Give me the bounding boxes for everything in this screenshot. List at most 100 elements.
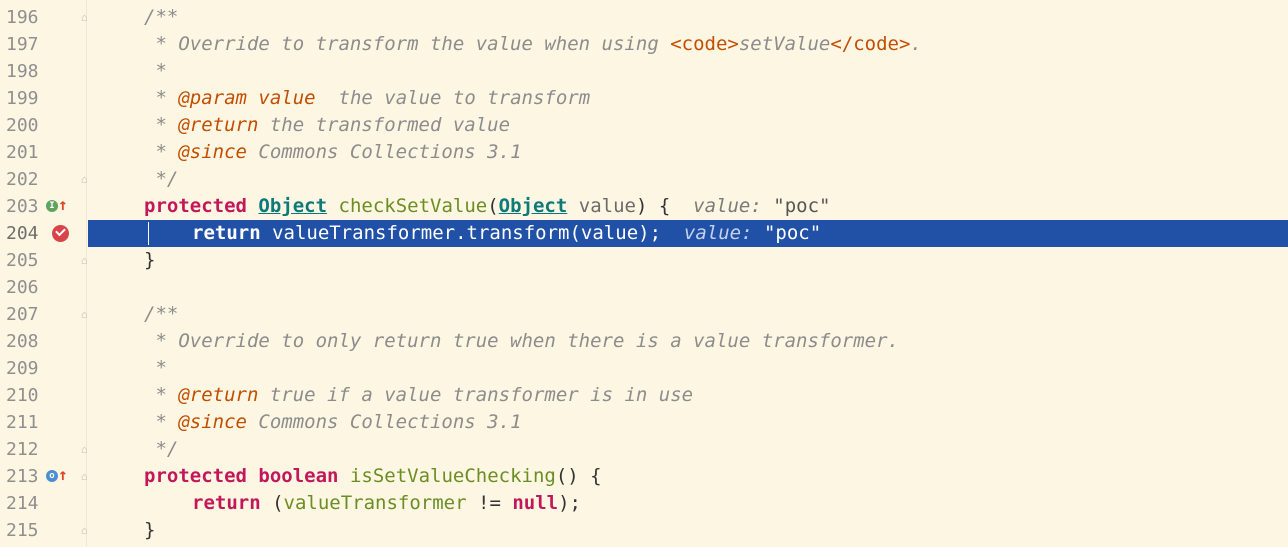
code-text: * @return the transformed value xyxy=(144,112,510,139)
code-token: value: xyxy=(683,222,753,244)
code-token: null xyxy=(512,492,559,514)
code-line-201[interactable]: 201 * @since Commons Collections 3.1 xyxy=(0,139,1288,166)
implementing-method-icon[interactable]: I xyxy=(46,200,58,212)
code-token: @return xyxy=(178,384,259,406)
code-text: * Override to transform the value when u… xyxy=(144,31,922,58)
line-number[interactable]: 207 xyxy=(6,301,46,328)
code-editor[interactable]: 196 ⌂ /** 197 * Override to transform the v… xyxy=(0,0,1288,547)
code-token: isSetValueChecking xyxy=(349,465,556,487)
fold-marker-icon[interactable]: ⌂ xyxy=(81,308,92,321)
line-number[interactable]: 202 xyxy=(6,166,46,193)
line-number[interactable]: 214 xyxy=(6,490,46,517)
code-token: ( xyxy=(487,195,499,217)
line-number[interactable]: 200 xyxy=(6,112,46,139)
code-token: Object xyxy=(258,195,328,217)
line-number[interactable]: 205 xyxy=(6,247,46,274)
code-line-210[interactable]: 210 * @return true if a value transforme… xyxy=(0,382,1288,409)
code-line-215[interactable]: 215 ⌂} xyxy=(0,517,1288,544)
line-number[interactable]: 210 xyxy=(6,382,46,409)
code-token: @since xyxy=(178,411,247,433)
code-token: value xyxy=(258,87,316,109)
code-token: /** xyxy=(144,6,179,28)
code-token: valueTransformer.transform(value); xyxy=(260,222,684,244)
fold-marker-icon[interactable]: ⌂ xyxy=(81,254,92,267)
line-number[interactable]: 198 xyxy=(6,58,46,85)
code-line-197[interactable]: 197 * Override to transform the value wh… xyxy=(0,31,1288,58)
line-number[interactable]: 209 xyxy=(6,355,46,382)
code-line-196[interactable]: 196 ⌂ /** xyxy=(0,4,1288,31)
code-token: * xyxy=(144,114,179,136)
fold-marker-icon[interactable]: ⌂ xyxy=(81,11,92,24)
line-number[interactable]: 199 xyxy=(6,85,46,112)
code-token: Object xyxy=(498,195,568,217)
code-token: * Override to only return true when ther… xyxy=(144,330,899,352)
code-line-200[interactable]: 200 * @return the transformed value xyxy=(0,112,1288,139)
fold-marker-icon[interactable]: ⌂ xyxy=(81,470,92,483)
code-text: */ xyxy=(144,436,178,463)
code-line-204[interactable]: 204 return valueTransformer.transform(val… xyxy=(0,220,1288,247)
code-token: */ xyxy=(144,168,179,190)
code-line-198[interactable]: 198 * xyxy=(0,58,1288,85)
fold-marker-icon[interactable]: ⌂ xyxy=(81,443,92,456)
line-number[interactable]: 197 xyxy=(6,31,46,58)
line-number[interactable]: 211 xyxy=(6,409,46,436)
code-token: protected xyxy=(144,195,247,217)
text-caret xyxy=(148,222,149,245)
fold-marker-icon[interactable]: ⌂ xyxy=(81,524,92,537)
code-text: /** xyxy=(144,4,178,31)
code-line-207[interactable]: 207 ⌂ /** xyxy=(0,301,1288,328)
breakpoint-icon[interactable] xyxy=(52,225,69,242)
code-line-209[interactable]: 209 * xyxy=(0,355,1288,382)
code-line-202[interactable]: 202 ⌂ */ xyxy=(0,166,1288,193)
code-text: } xyxy=(144,247,155,274)
code-token: /** xyxy=(144,303,179,325)
code-token: } xyxy=(144,249,156,271)
override-up-arrow-icon[interactable]: ↑ xyxy=(58,195,68,215)
line-number[interactable]: 204 xyxy=(6,220,46,247)
gutter-icons[interactable]: I ↑ xyxy=(46,193,70,220)
line-number[interactable]: 203 xyxy=(6,193,46,220)
code-line-203[interactable]: 203 I ↑ protected Object checkSetValue(Obje… xyxy=(0,193,1288,220)
code-text: * xyxy=(144,355,167,382)
code-line-199[interactable]: 199 * @param value the value to transfor… xyxy=(0,85,1288,112)
code-text: /** xyxy=(144,301,178,328)
code-line-212[interactable]: 212 ⌂ */ xyxy=(0,436,1288,463)
code-line-211[interactable]: 211 * @since Commons Collections 3.1 xyxy=(0,409,1288,436)
code-text: protected boolean isSetValueChecking() { xyxy=(144,463,602,490)
code-token: * Override to transform the value when u… xyxy=(144,33,671,55)
line-number[interactable]: 215 xyxy=(6,517,46,544)
code-line-206[interactable]: 206 xyxy=(0,274,1288,301)
overriding-method-icon[interactable]: o xyxy=(46,470,58,482)
code-line-208[interactable]: 208 * Override to only return true when … xyxy=(0,328,1288,355)
code-text: * @since Commons Collections 3.1 xyxy=(144,139,521,166)
line-number[interactable]: 206 xyxy=(6,274,46,301)
code-token: "poc" xyxy=(752,222,822,244)
code-line-205[interactable]: 205 ⌂} xyxy=(0,247,1288,274)
line-number[interactable]: 208 xyxy=(6,328,46,355)
override-up-arrow-icon[interactable]: ↑ xyxy=(58,465,68,485)
code-token: * xyxy=(144,87,179,109)
code-line-213[interactable]: 213 o ↑ ⌂ protected boolean isSetValueChecki… xyxy=(0,463,1288,490)
code-token: * xyxy=(144,357,167,379)
code-token: Commons Collections 3.1 xyxy=(246,411,522,433)
line-number[interactable]: 213 xyxy=(6,463,46,490)
gutter-icons[interactable]: o ↑ xyxy=(46,463,70,490)
code-token: * xyxy=(144,60,167,82)
code-line-214[interactable]: 214 return (valueTransformer != null); xyxy=(0,490,1288,517)
code-token: "poc" xyxy=(761,195,831,217)
code-token: ) { xyxy=(635,195,694,217)
code-text: * @return true if a value transformer is… xyxy=(144,382,693,409)
code-token: } xyxy=(144,519,156,541)
line-number[interactable]: 212 xyxy=(6,436,46,463)
line-number[interactable]: 196 xyxy=(6,4,46,31)
line-number[interactable]: 201 xyxy=(6,139,46,166)
code-token: . xyxy=(910,33,922,55)
code-text: * xyxy=(144,58,167,85)
code-token: ( xyxy=(260,492,284,514)
gutter-icons[interactable] xyxy=(46,220,70,247)
fold-marker-icon[interactable]: ⌂ xyxy=(81,173,92,186)
